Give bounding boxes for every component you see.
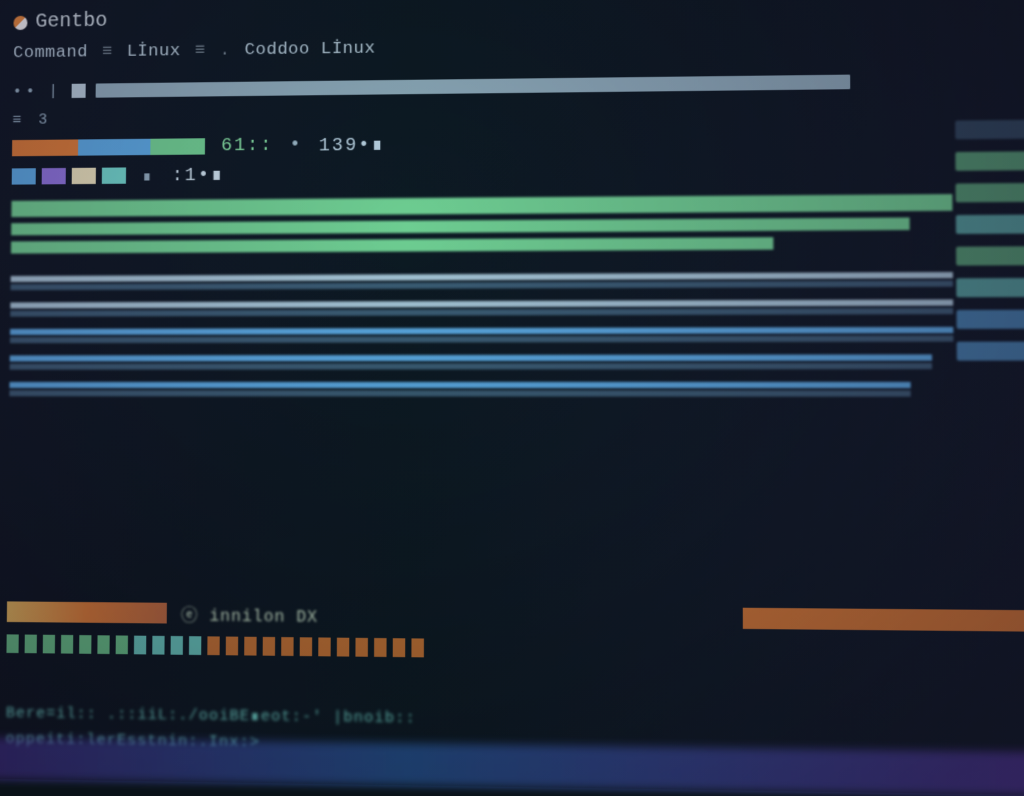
legend-row: ≡ 3 bbox=[12, 99, 1024, 130]
segment-value-b: 139•∎ bbox=[319, 133, 385, 156]
swatch-row: ∎ :1•∎ bbox=[12, 158, 1024, 187]
swatch-value: :1•∎ bbox=[172, 164, 225, 187]
tick bbox=[318, 637, 330, 656]
tick bbox=[393, 638, 406, 657]
process-row bbox=[10, 299, 953, 316]
indicator-dots: •• bbox=[13, 83, 39, 100]
tick bbox=[374, 638, 387, 657]
tick bbox=[134, 636, 146, 655]
segment-bar bbox=[12, 138, 205, 156]
activity-bars bbox=[11, 193, 1024, 253]
side-chip bbox=[956, 246, 1024, 265]
side-indicators bbox=[949, 119, 1024, 360]
segment bbox=[12, 139, 78, 156]
swatch bbox=[42, 168, 66, 184]
tick bbox=[6, 634, 18, 653]
tick bbox=[411, 638, 424, 657]
tick bbox=[355, 638, 367, 657]
segment bbox=[150, 138, 205, 155]
side-chip bbox=[956, 278, 1024, 297]
activity-bar bbox=[11, 194, 952, 217]
tick bbox=[171, 636, 183, 655]
breadcrumb-item: Command bbox=[13, 43, 88, 63]
status-label: ⓔ innilon DX bbox=[181, 601, 318, 627]
tick bbox=[25, 635, 37, 654]
activity-bar bbox=[11, 217, 910, 235]
segment-bar-row: 61:: • 139•∎ bbox=[12, 128, 1024, 158]
log-line: Bere=il:: .::iiL:./ooiBE∎eot:-' |bnoib:: bbox=[6, 703, 1024, 737]
pipe-icon: | bbox=[49, 82, 62, 99]
segment-value-a: 61:: bbox=[221, 136, 273, 157]
process-rows bbox=[9, 272, 1024, 397]
swatch-bar bbox=[12, 167, 126, 184]
side-chip bbox=[957, 342, 1024, 361]
tick bbox=[337, 638, 349, 657]
side-chip bbox=[956, 183, 1024, 203]
process-row bbox=[10, 327, 953, 343]
tick bbox=[97, 635, 109, 654]
swatch bbox=[102, 167, 126, 183]
breadcrumb-item: Coddoo Lİnux bbox=[245, 39, 376, 60]
separator-icon: ≡ bbox=[102, 43, 113, 62]
window-title: Gentbo bbox=[35, 10, 107, 34]
side-chip bbox=[955, 151, 1024, 171]
tick bbox=[79, 635, 91, 654]
process-row bbox=[11, 272, 953, 290]
tick bbox=[43, 635, 55, 654]
status-strip: ⓔ innilon DX bbox=[0, 599, 1024, 634]
tick bbox=[207, 636, 219, 655]
tick bbox=[263, 637, 275, 656]
side-chip bbox=[956, 310, 1024, 329]
breadcrumb-item: Lİnux bbox=[127, 42, 181, 62]
status-right-bar bbox=[743, 608, 1024, 632]
tick bbox=[61, 635, 73, 654]
load-ticker bbox=[0, 634, 1024, 668]
segment bbox=[78, 139, 151, 156]
block-icon bbox=[72, 84, 86, 98]
tick bbox=[300, 637, 312, 656]
tick bbox=[281, 637, 293, 656]
status-left-block bbox=[7, 601, 167, 623]
tick bbox=[189, 636, 201, 655]
activity-bar bbox=[11, 237, 774, 253]
legend-glyph: ≡ 3 bbox=[12, 111, 51, 129]
process-row bbox=[9, 382, 911, 397]
swatch-marker: ∎ bbox=[142, 166, 156, 185]
terminal-body[interactable]: •• | ≡ 3 61:: • 139•∎ ∎ :1•∎ bbox=[0, 69, 1024, 397]
separator-icon: ≡ bbox=[195, 42, 206, 61]
process-row bbox=[10, 354, 933, 369]
segment-sep: • bbox=[289, 135, 302, 156]
swatch bbox=[12, 168, 36, 184]
tick bbox=[226, 637, 238, 656]
side-chip bbox=[956, 214, 1024, 234]
separator-dot: . bbox=[220, 41, 231, 60]
tick bbox=[116, 635, 128, 654]
tick bbox=[152, 636, 164, 655]
side-chip bbox=[955, 120, 1024, 140]
swatch bbox=[72, 168, 96, 184]
tick bbox=[244, 637, 256, 656]
distro-logo-icon bbox=[13, 15, 27, 29]
